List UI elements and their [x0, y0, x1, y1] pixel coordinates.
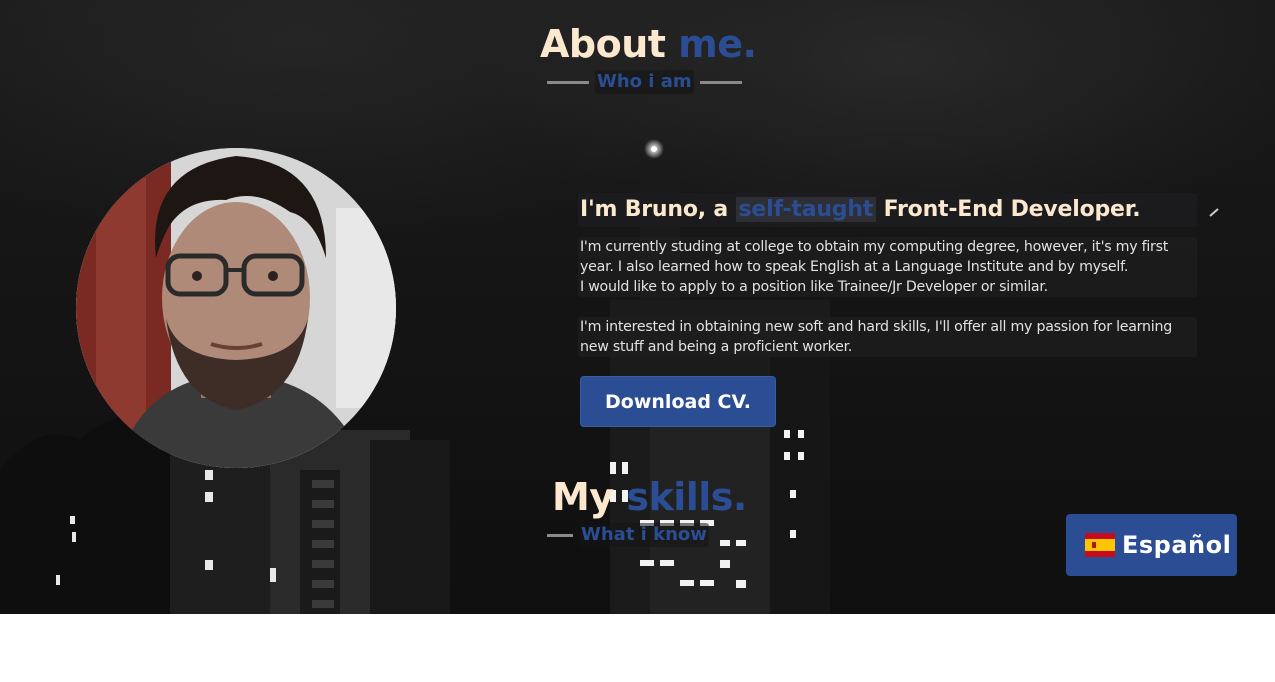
- download-cv-button[interactable]: Download CV.: [580, 376, 776, 427]
- skills-title-part2: skills.: [626, 475, 747, 519]
- language-toggle-button[interactable]: Español: [1066, 514, 1237, 576]
- language-button-label: Español: [1122, 531, 1232, 559]
- skills-title: My skills.: [552, 475, 747, 519]
- subtitle-line-left: [547, 80, 589, 84]
- spain-flag-icon: [1085, 533, 1115, 557]
- headline-highlight: self-taught: [735, 197, 877, 222]
- about-subtitle: Who i am: [547, 70, 742, 94]
- intro-headline: I'm Bruno, a self-taught Front-End Devel…: [578, 193, 1197, 227]
- about-title-part1: About: [540, 22, 666, 66]
- subtitle-line-right: [699, 80, 742, 84]
- paragraph2-line1: I'm interested in obtaining new soft and…: [580, 319, 1172, 335]
- skills-subtitle: What i know: [547, 523, 709, 547]
- about-title-part2: me.: [678, 22, 757, 66]
- intro-paragraph-2: I'm interested in obtaining new soft and…: [578, 317, 1197, 357]
- about-title: About me.: [540, 22, 757, 66]
- about-subtitle-text: Who i am: [595, 70, 694, 94]
- skills-subtitle-text: What i know: [579, 523, 709, 547]
- profile-avatar: [76, 148, 396, 468]
- intro-paragraph-1: I'm currently studing at college to obta…: [578, 237, 1197, 297]
- paragraph2-line2: new stuff and being a proficient worker.: [580, 339, 853, 355]
- profile-photo: [76, 148, 396, 468]
- skills-title-part1: My: [552, 475, 614, 519]
- paragraph1-line2: year. I also learned how to speak Englis…: [580, 259, 1129, 275]
- skills-subtitle-line-left: [547, 533, 573, 537]
- paragraph1-line1: I'm currently studing at college to obta…: [580, 239, 1169, 255]
- headline-suffix: Front-End Developer.: [883, 197, 1141, 222]
- headline-prefix: I'm Bruno, a: [580, 197, 729, 222]
- hero-section: About me. Who i am I'm Bruno, a self-tau…: [0, 0, 1275, 614]
- paragraph1-line3: I would like to apply to a position like…: [580, 279, 1048, 295]
